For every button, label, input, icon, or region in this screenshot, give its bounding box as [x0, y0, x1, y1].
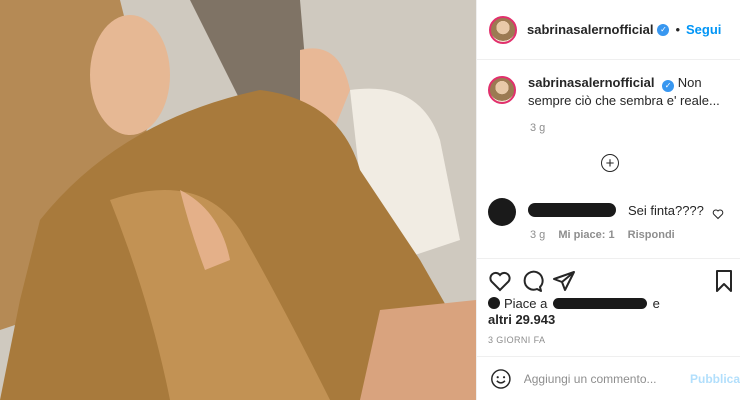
post-photo [0, 0, 476, 400]
caption-text: sabrinasalernofficial ✓ Non sempre ciò c… [528, 74, 728, 109]
follow-button[interactable]: Segui [686, 22, 721, 37]
post-caption: sabrinasalernofficial ✓ Non sempre ciò c… [488, 74, 728, 109]
caption-verified-badge-icon: ✓ [662, 80, 675, 92]
share-icon[interactable] [552, 269, 576, 293]
author-avatar[interactable] [489, 15, 517, 44]
plus-circle-icon[interactable]: + [601, 154, 619, 172]
caption-time[interactable]: 3 g [530, 122, 545, 134]
emoji-icon[interactable] [490, 368, 512, 390]
post-date[interactable]: 3 GIORNI FA [488, 335, 545, 345]
comment-text: Sei finta???? [628, 203, 704, 218]
comment-heart-icon[interactable] [712, 208, 724, 220]
post-header: sabrinasalernofficial ✓ • Segui [477, 0, 740, 60]
liker-avatar-redacted[interactable] [488, 297, 500, 309]
publish-button[interactable]: Pubblica [690, 372, 740, 386]
likes-suffix: e [652, 296, 660, 311]
heart-icon[interactable] [488, 269, 512, 293]
header-separator: • [675, 22, 681, 37]
comment-icon[interactable] [520, 269, 544, 293]
commenter-avatar-redacted[interactable] [488, 198, 516, 226]
likers-redacted[interactable] [553, 298, 647, 309]
verified-badge-icon: ✓ [657, 23, 670, 36]
add-comment-bar: Pubblica [476, 356, 740, 401]
post-actions [476, 258, 740, 301]
likes-summary: Piace a e altri 29.943 [488, 296, 728, 328]
author-username[interactable]: sabrinasalernofficial [527, 22, 653, 37]
comment-input[interactable] [521, 371, 684, 387]
reply-button[interactable]: Rispondi [628, 229, 675, 241]
comment-meta: 3 g Mi piace: 1 Rispondi [530, 229, 685, 241]
caption-username[interactable]: sabrinasalernofficial [528, 75, 654, 90]
caption-author-avatar[interactable] [488, 76, 516, 104]
bookmark-icon[interactable] [712, 269, 736, 293]
comment-likes[interactable]: Mi piace: 1 [558, 229, 614, 241]
comment-time[interactable]: 3 g [530, 229, 545, 241]
likes-count[interactable]: altri 29.943 [488, 312, 555, 327]
commenter-name-redacted[interactable] [528, 203, 616, 217]
likes-prefix: Piace a [504, 296, 548, 311]
